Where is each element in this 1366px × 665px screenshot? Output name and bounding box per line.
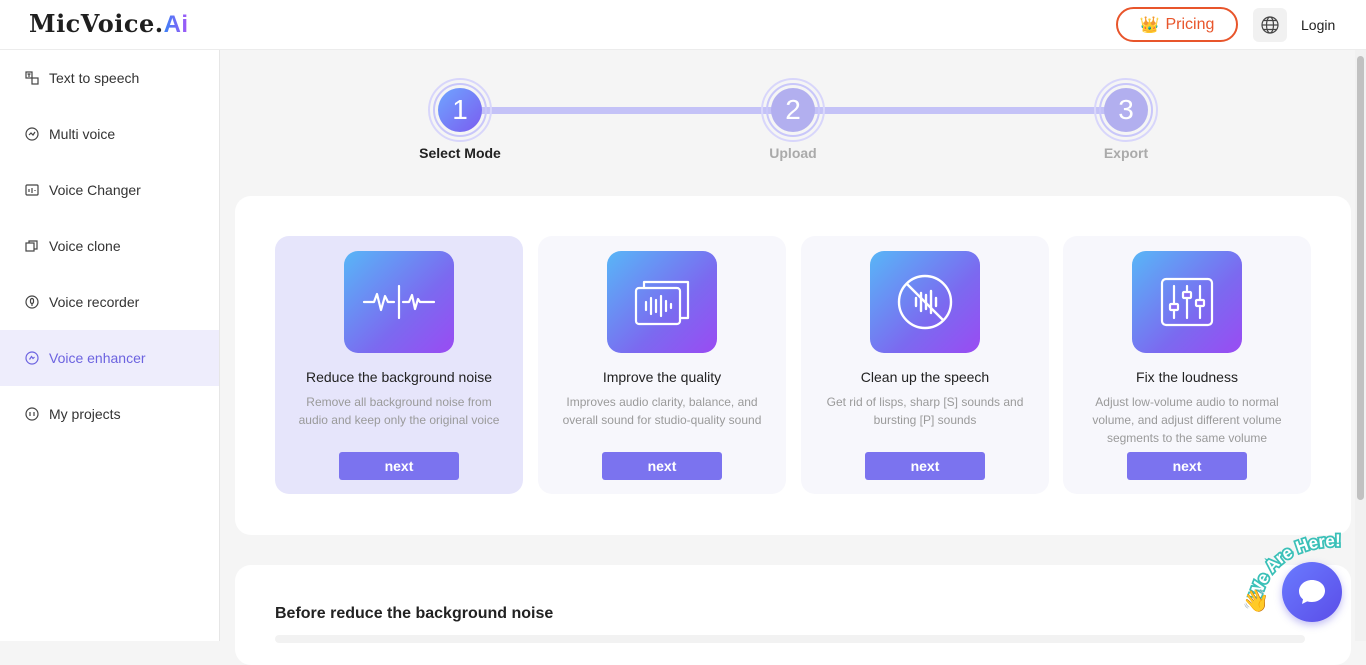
sidebar-item-label: Voice enhancer: [49, 350, 146, 366]
mode-card-improve-quality[interactable]: Improve the quality Improves audio clari…: [538, 236, 786, 494]
top-header: MicVoice.Ai 👑 Pricing Login: [0, 0, 1366, 50]
pricing-label: Pricing: [1165, 15, 1215, 33]
mode-card-fix-loudness[interactable]: Fix the loudness Adjust low-volume audio…: [1063, 236, 1311, 494]
step-2-label: Upload: [769, 145, 817, 161]
mode-description: Get rid of lisps, sharp [S] sounds and b…: [826, 395, 1024, 427]
login-link[interactable]: Login: [1301, 17, 1335, 33]
sidebar-item-label: Voice Changer: [49, 182, 141, 198]
next-button[interactable]: next: [339, 452, 459, 480]
pricing-button[interactable]: 👑 Pricing: [1116, 7, 1238, 42]
step-1-circle: 1: [428, 78, 492, 142]
crown-icon: 👑: [1139, 16, 1160, 34]
logo-text: MicVoice.: [29, 9, 164, 38]
audio-layers-icon: [607, 251, 717, 353]
step-number: 2: [771, 88, 815, 132]
wave-hand-icon: 👋: [1242, 588, 1269, 612]
language-button[interactable]: [1253, 8, 1287, 42]
sidebar-item-text-to-speech[interactable]: Text to speech: [0, 50, 219, 106]
mode-selection-panel: Reduce the background noise Remove all b…: [235, 196, 1351, 535]
mode-card-reduce-noise[interactable]: Reduce the background noise Remove all b…: [275, 236, 523, 494]
voice-changer-icon: [25, 184, 39, 196]
before-section-title: Before reduce the background noise: [275, 605, 554, 622]
sidebar-item-voice-recorder[interactable]: Voice recorder: [0, 274, 219, 330]
mode-title: Clean up the speech: [860, 369, 990, 385]
text-to-speech-icon: [25, 71, 39, 85]
mode-title: Reduce the background noise: [305, 369, 493, 385]
progress-stepper: 1 Select Mode 2 Upload 3 Export: [220, 50, 1355, 190]
audio-preview-bar: [275, 635, 1305, 643]
sidebar-item-voice-clone[interactable]: Voice clone: [0, 218, 219, 274]
globe-icon: [1261, 16, 1279, 34]
mode-title: Improve the quality: [602, 369, 722, 385]
voice-clone-icon: [25, 240, 38, 252]
step-1-label: Select Mode: [419, 145, 501, 161]
step-3-circle: 3: [1094, 78, 1158, 142]
sidebar-item-label: Text to speech: [49, 70, 140, 86]
multi-voice-icon: [25, 127, 39, 141]
step-2-circle: 2: [761, 78, 825, 142]
logo[interactable]: MicVoice.Ai: [29, 9, 189, 39]
chat-bubble-icon: [1299, 580, 1325, 604]
next-button[interactable]: next: [865, 452, 985, 480]
no-noise-icon: [870, 251, 980, 353]
step-number: 1: [438, 88, 482, 132]
sidebar-item-my-projects[interactable]: My projects: [0, 386, 219, 442]
mode-card-clean-speech[interactable]: Clean up the speech Get rid of lisps, sh…: [801, 236, 1049, 494]
waveform-icon: [344, 251, 454, 353]
mode-description: Remove all background noise from audio a…: [298, 395, 500, 427]
sidebar-item-label: Multi voice: [49, 126, 116, 142]
sidebar-item-voice-changer[interactable]: Voice Changer: [0, 162, 219, 218]
step-connector: [793, 107, 1126, 114]
step-number: 3: [1104, 88, 1148, 132]
next-button[interactable]: next: [1127, 452, 1247, 480]
mode-description: Adjust low-volume audio to normal volume…: [1092, 395, 1282, 445]
step-connector: [460, 107, 793, 114]
logo-ai-suffix: Ai: [163, 11, 189, 38]
next-button[interactable]: next: [602, 452, 722, 480]
voice-enhancer-icon: [25, 351, 39, 365]
voice-recorder-icon: [25, 295, 39, 309]
sidebar-item-label: My projects: [49, 406, 121, 422]
mode-title: Fix the loudness: [1136, 369, 1238, 385]
equalizer-icon: [1132, 251, 1242, 353]
my-projects-icon: [25, 407, 39, 421]
sidebar-item-label: Voice recorder: [49, 294, 140, 310]
step-3-label: Export: [1103, 145, 1149, 161]
sidebar-item-voice-enhancer[interactable]: Voice enhancer: [0, 330, 219, 386]
live-chat-button[interactable]: [1282, 562, 1342, 622]
before-preview-panel: Before reduce the background noise: [235, 565, 1351, 665]
sidebar-item-multi-voice[interactable]: Multi voice: [0, 106, 219, 162]
scrollbar-thumb[interactable]: [1357, 56, 1364, 500]
sidebar-item-label: Voice clone: [49, 238, 121, 254]
sidebar: Text to speech Multi voice Voice Changer…: [0, 50, 220, 641]
mode-description: Improves audio clarity, balance, and ove…: [562, 395, 762, 427]
